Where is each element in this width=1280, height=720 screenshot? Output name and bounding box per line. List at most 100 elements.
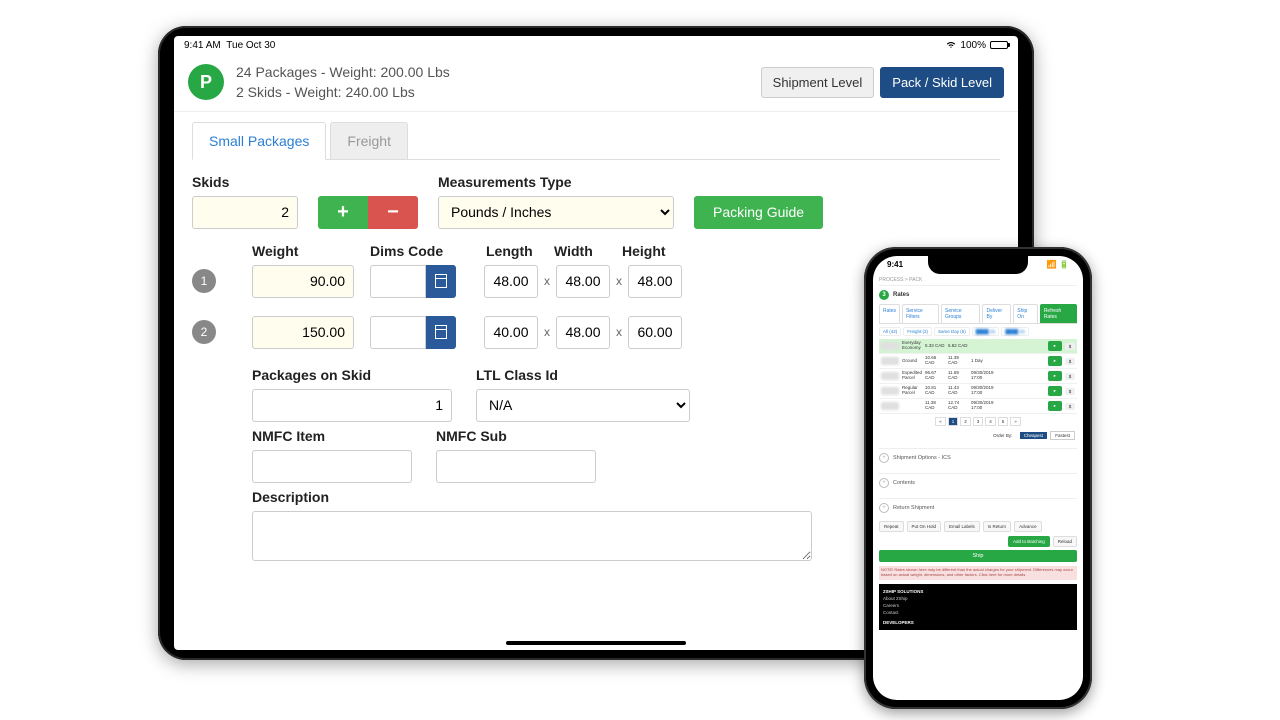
pack-skid-level-button[interactable]: Pack / Skid Level xyxy=(880,67,1004,98)
width-input-2[interactable] xyxy=(556,316,610,349)
height-input-2[interactable] xyxy=(628,316,682,349)
rate-col1: 11.38 CAD xyxy=(925,401,945,411)
expand-icon: + xyxy=(879,453,889,463)
put-on-hold-button[interactable]: Put On Hold xyxy=(907,521,942,532)
row-ship-button[interactable]: ▸ xyxy=(1048,356,1062,366)
breadcrumb: PROCESS > PACK xyxy=(879,275,1077,286)
carrier-logo xyxy=(881,342,899,350)
rate-row[interactable]: Everyday Economy5.33 CAD5.82 CAD▸$ xyxy=(879,339,1077,354)
x-separator: x xyxy=(614,325,624,339)
rate-col3: 1 Day xyxy=(971,359,991,364)
filter-all[interactable]: All (42) xyxy=(879,327,901,336)
calculator-icon xyxy=(435,325,447,339)
nmfc-item-input[interactable] xyxy=(252,450,412,483)
filter-same-day[interactable]: Same Day (5) xyxy=(934,327,970,336)
rate-row[interactable]: Regular Parcel10.81 CAD11.43 CAD09/30/20… xyxy=(879,384,1077,399)
page-1[interactable]: 1 xyxy=(948,417,959,426)
price-details-button[interactable]: $ xyxy=(1065,403,1075,410)
price-details-button[interactable]: $ xyxy=(1065,373,1075,380)
footer-link[interactable]: About 2Ship xyxy=(883,595,1073,602)
tab-service-filters[interactable]: Service Filters xyxy=(902,304,939,323)
tab-small-packages[interactable]: Small Packages xyxy=(192,122,326,160)
dims-code-input-2[interactable] xyxy=(370,316,426,349)
email-labels-button[interactable]: Email Labels xyxy=(944,521,980,532)
length-input-1[interactable] xyxy=(484,265,538,298)
order-fastest[interactable]: Fastest xyxy=(1050,431,1075,440)
tab-ship-on[interactable]: Ship On xyxy=(1013,304,1038,323)
description-input[interactable] xyxy=(252,511,812,561)
page-next[interactable]: » xyxy=(1010,417,1021,426)
carrier-logo xyxy=(881,372,899,380)
footer-link[interactable]: Careers xyxy=(883,602,1073,609)
price-details-button[interactable]: $ xyxy=(1065,343,1075,350)
calculator-icon xyxy=(435,274,447,288)
tab-service-groups[interactable]: Service Groups xyxy=(941,304,980,323)
ship-button[interactable]: Ship xyxy=(879,550,1077,562)
weight-input-2[interactable] xyxy=(252,316,354,349)
page-prev[interactable]: « xyxy=(935,417,946,426)
rates-disclaimer: NOTE! Rates shown here may be different … xyxy=(879,566,1077,580)
width-input-1[interactable] xyxy=(556,265,610,298)
row-ship-button[interactable]: ▸ xyxy=(1048,386,1062,396)
iphone-signal-icons: 📶 🔋 xyxy=(1047,260,1069,269)
ltl-class-select[interactable]: N/A xyxy=(476,389,690,422)
row-ship-button[interactable]: ▸ xyxy=(1048,401,1062,411)
row-ship-button[interactable]: ▸ xyxy=(1048,341,1062,351)
add-to-batching-button[interactable]: Add to Batching xyxy=(1008,536,1050,547)
page-4[interactable]: 4 xyxy=(985,417,996,426)
skids-minus-button[interactable]: − xyxy=(368,196,418,229)
dims-lookup-button-1[interactable] xyxy=(426,265,456,298)
section-return-shipment[interactable]: + Return Shipment xyxy=(879,498,1077,517)
price-details-button[interactable]: $ xyxy=(1065,358,1075,365)
page-3[interactable]: 3 xyxy=(973,417,984,426)
step-number: 3 xyxy=(879,290,889,300)
packages-on-skid-input[interactable] xyxy=(252,389,452,422)
tab-rates[interactable]: Rates xyxy=(879,304,900,323)
height-header: Height xyxy=(622,243,690,259)
nmfc-sub-input[interactable] xyxy=(436,450,596,483)
weight-input-1[interactable] xyxy=(252,265,354,298)
shipment-level-button[interactable]: Shipment Level xyxy=(761,67,875,98)
expand-icon: + xyxy=(879,478,889,488)
tab-freight[interactable]: Freight xyxy=(330,122,408,159)
measurements-type-select[interactable]: Pounds / Inches xyxy=(438,196,674,229)
pagination: « 1 2 3 4 5 » xyxy=(879,414,1077,429)
height-input-1[interactable] xyxy=(628,265,682,298)
repeat-button[interactable]: Repeat xyxy=(879,521,904,532)
iphone-screen: 9:41 📶 🔋 PROCESS > PACK 3 Rates Rates Se… xyxy=(873,256,1083,700)
skids-plus-button[interactable]: + xyxy=(318,196,368,229)
page-2[interactable]: 2 xyxy=(960,417,971,426)
filter-blurred[interactable]: ████ (8) xyxy=(1001,327,1029,336)
rate-row[interactable]: 11.38 CAD12.74 CAD09/30/2019 17:00▸$ xyxy=(879,399,1077,414)
dims-lookup-button-2[interactable] xyxy=(426,316,456,349)
app-header: P 24 Packages - Weight: 200.00 Lbs 2 Ski… xyxy=(174,54,1018,112)
rate-col1: 10.81 CAD xyxy=(925,386,945,396)
filter-blurred[interactable]: ████ (8) xyxy=(972,327,1000,336)
rate-row[interactable]: Expedited Parcel96.67 CAD11.69 CAD09/30/… xyxy=(879,369,1077,384)
measurements-type-label: Measurements Type xyxy=(438,174,674,190)
tab-deliver-by[interactable]: Deliver By xyxy=(982,304,1011,323)
carrier-logo xyxy=(881,357,899,365)
order-cheapest[interactable]: Cheapest xyxy=(1020,432,1047,439)
packing-guide-button[interactable]: Packing Guide xyxy=(694,196,823,229)
page-footer: 2SHIP SOLUTIONS About 2Ship Careers Cont… xyxy=(879,584,1077,630)
advance-button[interactable]: Advance xyxy=(1014,521,1042,532)
length-header: Length xyxy=(486,243,554,259)
row-ship-button[interactable]: ▸ xyxy=(1048,371,1062,381)
rate-row[interactable]: Ground10.66 CAD11.39 CAD1 Day▸$ xyxy=(879,354,1077,369)
price-details-button[interactable]: $ xyxy=(1065,388,1075,395)
page-5[interactable]: 5 xyxy=(998,417,1009,426)
filter-freight[interactable]: Freight (2) xyxy=(903,327,932,336)
skids-input[interactable] xyxy=(192,196,298,229)
rate-col3: 09/30/2019 17:00 xyxy=(971,386,991,396)
reload-button[interactable]: Reload xyxy=(1053,536,1077,547)
iphone-frame: 9:41 📶 🔋 PROCESS > PACK 3 Rates Rates Se… xyxy=(864,247,1092,709)
dims-code-input-1[interactable] xyxy=(370,265,426,298)
dims-code-header: Dims Code xyxy=(370,243,486,259)
footer-link[interactable]: Contact xyxy=(883,609,1073,616)
section-shipment-options[interactable]: + Shipment Options - ICS xyxy=(879,448,1077,467)
is-return-button[interactable]: Is Return xyxy=(983,521,1011,532)
refresh-rates-button[interactable]: Refresh Rates xyxy=(1040,304,1077,323)
section-contents[interactable]: + Contents xyxy=(879,473,1077,492)
length-input-2[interactable] xyxy=(484,316,538,349)
